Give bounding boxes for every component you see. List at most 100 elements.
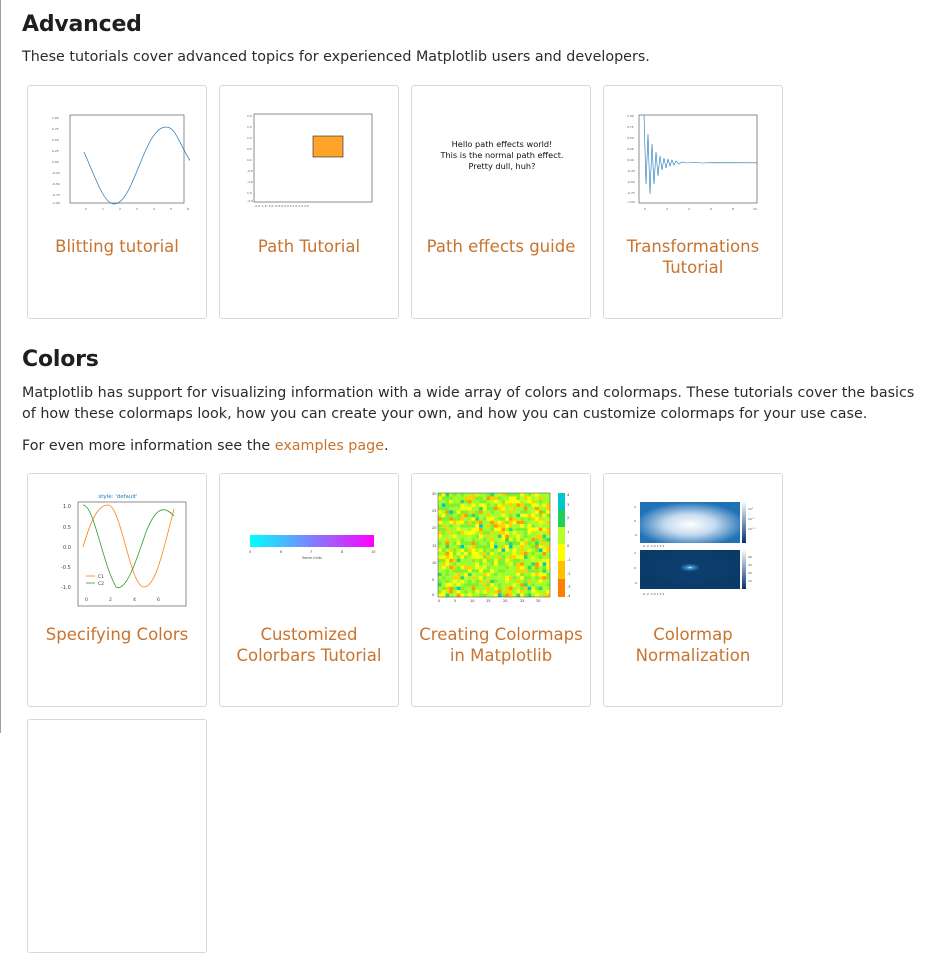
card-label: Blitting tutorial bbox=[55, 237, 179, 256]
svg-text:-3: -3 bbox=[567, 585, 571, 589]
svg-text:0.75: 0.75 bbox=[627, 125, 634, 129]
svg-text:-0.25: -0.25 bbox=[52, 171, 60, 175]
svg-text:10⁻³: 10⁻³ bbox=[748, 527, 755, 531]
svg-text:-1.00: -1.00 bbox=[52, 201, 60, 205]
svg-text:0.0: 0.0 bbox=[63, 545, 71, 551]
svg-text:30: 30 bbox=[432, 492, 436, 496]
transformations-thumbnail: 1.00 0.75 0.50 0.25 0.00 -0.25 -0.50 -0.75 -1.… bbox=[627, 114, 758, 211]
svg-text:10: 10 bbox=[470, 599, 474, 603]
svg-text:5: 5 bbox=[170, 207, 172, 211]
svg-text:1.0: 1.0 bbox=[63, 504, 71, 510]
colors-section-title: Colors bbox=[22, 347, 99, 372]
card-path-tutorial[interactable]: 2.0 1.5 1.0 0.5 0.0 -0.5 -1.0 1.5 -2.0 -2.0 -1… bbox=[219, 85, 399, 319]
thumb-line: This is the normal path effect. bbox=[439, 150, 563, 160]
card-transformations-tutorial[interactable]: 1.00 0.75 0.50 0.25 0.00 -0.25 -0.50 -0.75 -1.… bbox=[603, 85, 783, 319]
svg-text:1.00: 1.00 bbox=[52, 116, 59, 120]
card-label: Creating Colormaps in Matplotlib bbox=[419, 625, 583, 665]
specifying-colors-thumbnail: style: 'default' 1.0 0.5 0.0 -0.5 -1.0 0 2 4… bbox=[61, 494, 187, 607]
card-label: Path Tutorial bbox=[257, 237, 361, 256]
card-partially-visible[interactable] bbox=[27, 719, 207, 953]
card-blitting-tutorial[interactable]: 1.00 0.75 0.50 0.25 0.00 -0.25 -0.50 -0.75 -1.… bbox=[27, 85, 207, 319]
svg-text:4: 4 bbox=[133, 597, 136, 603]
svg-text:7: 7 bbox=[310, 550, 312, 554]
card-label: Colormap Normalization bbox=[635, 625, 751, 665]
thumb-title: style: 'default' bbox=[98, 494, 137, 500]
svg-text:-0.75: -0.75 bbox=[52, 193, 60, 197]
svg-text:-4: -4 bbox=[567, 594, 571, 598]
svg-text:0: 0 bbox=[644, 207, 646, 211]
svg-text:10: 10 bbox=[371, 550, 375, 554]
svg-text:5: 5 bbox=[432, 578, 434, 582]
card-creating-colormaps[interactable]: 30 25 20 15 10 5 0 0 5 10 15 20 25 30 4 3 2 1 0 -1 -2 -3… bbox=[411, 473, 591, 707]
legend-c2: C2 bbox=[98, 581, 104, 587]
svg-text:10: 10 bbox=[432, 561, 436, 565]
card-colormap-normalization[interactable]: 2 0 -2 2 0 -2 -3 -2 -1 0 1 2 3 -3 -2 -1 0 1 … bbox=[603, 473, 783, 707]
svg-text:3: 3 bbox=[567, 503, 569, 507]
svg-text:0.25: 0.25 bbox=[627, 147, 634, 151]
svg-text:0.00: 0.00 bbox=[627, 158, 634, 162]
card-path-effects-guide[interactable]: Hello path effects world! This is the no… bbox=[411, 85, 591, 319]
card-specifying-colors[interactable]: style: 'default' 1.0 0.5 0.0 -0.5 -1.0 0 2 4… bbox=[27, 473, 207, 707]
card-label: Customized Colorbars Tutorial bbox=[236, 625, 382, 665]
svg-text:10: 10 bbox=[748, 579, 752, 583]
svg-text:1.0: 1.0 bbox=[247, 136, 252, 140]
svg-text:-3 -2 -1 0 1 2 3: -3 -2 -1 0 1 2 3 bbox=[642, 544, 664, 548]
svg-text:5: 5 bbox=[454, 599, 456, 603]
more-info-prefix: For even more information see the bbox=[22, 438, 275, 454]
svg-text:8: 8 bbox=[732, 207, 734, 211]
svg-text:3: 3 bbox=[136, 207, 138, 211]
svg-text:0.5: 0.5 bbox=[63, 525, 71, 531]
svg-text:0: 0 bbox=[438, 599, 440, 603]
svg-text:5: 5 bbox=[249, 550, 251, 554]
card-customized-colorbars-tutorial[interactable]: 5 6 7 8 10 Some Units Customized Colorbars … bbox=[219, 473, 399, 707]
svg-text:10⁻¹: 10⁻¹ bbox=[748, 517, 755, 521]
colors-description: Matplotlib has support for visualizing i… bbox=[22, 385, 915, 422]
blitting-thumbnail: 1.00 0.75 0.50 0.25 0.00 -0.25 -0.50 -0.75 -1.… bbox=[52, 114, 190, 211]
svg-text:1: 1 bbox=[102, 207, 104, 211]
svg-text:2: 2 bbox=[634, 505, 636, 509]
svg-text:-0.5: -0.5 bbox=[247, 169, 253, 173]
svg-text:0: 0 bbox=[634, 566, 636, 570]
path-tutorial-thumbnail: 2.0 1.5 1.0 0.5 0.0 -0.5 -1.0 1.5 -2.0 -2.0 -1… bbox=[247, 113, 373, 208]
svg-text:0.75: 0.75 bbox=[52, 127, 59, 131]
svg-text:6: 6 bbox=[157, 597, 160, 603]
svg-text:0.0: 0.0 bbox=[247, 158, 252, 162]
svg-text:2: 2 bbox=[634, 551, 636, 555]
svg-text:-1: -1 bbox=[567, 558, 571, 562]
svg-text:20: 20 bbox=[432, 526, 436, 530]
svg-text:2: 2 bbox=[119, 207, 121, 211]
svg-text:-0.25: -0.25 bbox=[627, 169, 635, 173]
svg-text:0: 0 bbox=[634, 519, 636, 523]
svg-text:-2.0 -1.5 -1.0 -0.5 0.0 0.5 1.: -2.0 -1.5 -1.0 -0.5 0.0 0.5 1.0 1.5 2.0 bbox=[254, 204, 309, 208]
svg-text:30: 30 bbox=[748, 563, 752, 567]
svg-text:-2: -2 bbox=[634, 533, 637, 537]
advanced-description: These tutorials cover advanced topics fo… bbox=[22, 49, 650, 65]
svg-text:-2: -2 bbox=[634, 581, 637, 585]
svg-text:20: 20 bbox=[748, 571, 752, 575]
colormap-grid bbox=[438, 493, 551, 598]
svg-text:-0.75: -0.75 bbox=[627, 191, 635, 195]
svg-text:1: 1 bbox=[567, 530, 569, 534]
svg-text:20: 20 bbox=[503, 599, 507, 603]
examples-page-link[interactable]: examples page bbox=[275, 438, 384, 454]
svg-text:30: 30 bbox=[536, 599, 540, 603]
card-label: Specifying Colors bbox=[45, 625, 189, 644]
svg-text:0.25: 0.25 bbox=[52, 149, 59, 153]
svg-text:25: 25 bbox=[432, 509, 436, 513]
svg-text:4: 4 bbox=[153, 207, 155, 211]
svg-text:0.00: 0.00 bbox=[52, 160, 59, 164]
svg-text:-0.5: -0.5 bbox=[61, 565, 71, 571]
svg-text:-1.0: -1.0 bbox=[61, 585, 71, 591]
svg-text:6: 6 bbox=[280, 550, 282, 554]
svg-text:-1.00: -1.00 bbox=[627, 200, 635, 204]
svg-text:-1.0: -1.0 bbox=[247, 180, 253, 184]
page-left-border bbox=[0, 0, 1, 733]
svg-text:40: 40 bbox=[748, 555, 752, 559]
svg-text:2.0: 2.0 bbox=[247, 114, 252, 118]
svg-text:1.00: 1.00 bbox=[627, 114, 634, 118]
svg-text:6: 6 bbox=[710, 207, 712, 211]
svg-text:4: 4 bbox=[567, 493, 570, 497]
thumb-axis-label: Some Units bbox=[302, 556, 322, 560]
svg-text:-2: -2 bbox=[567, 572, 571, 576]
svg-text:15: 15 bbox=[486, 599, 490, 603]
